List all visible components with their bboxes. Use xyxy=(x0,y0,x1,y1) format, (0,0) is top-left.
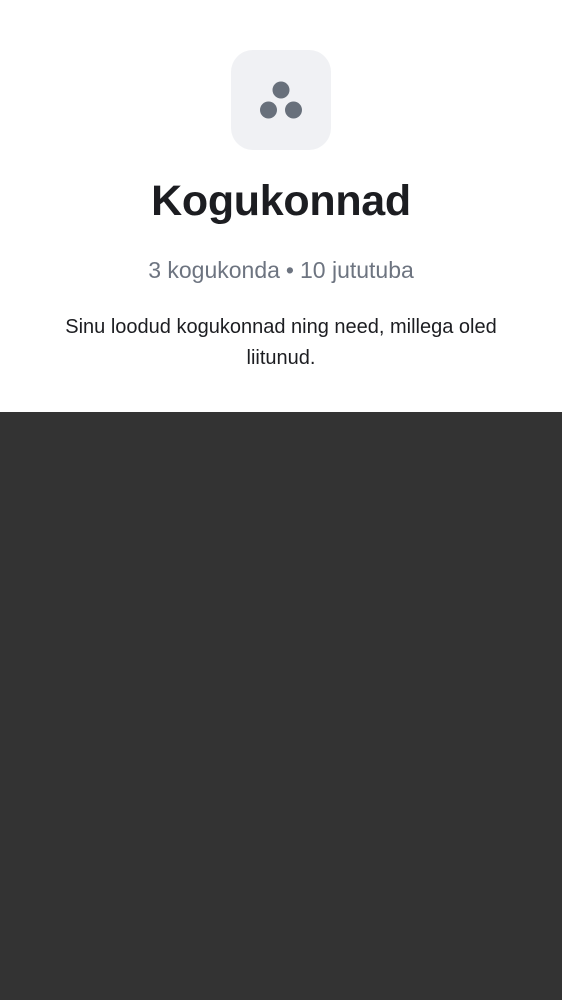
communities-screen: Kogukonnad 3 kogukonda • 10 jututuba Sinu … xyxy=(0,0,562,1000)
page-title: Kogukonnad xyxy=(151,177,411,225)
communities-icon-tile xyxy=(231,50,331,150)
communities-description: Sinu loodud kogukonnad ning need, milleg… xyxy=(65,316,497,369)
content-backdrop xyxy=(0,412,562,1000)
communities-icon xyxy=(260,81,302,119)
communities-header: Kogukonnad 3 kogukonda • 10 jututuba Sinu … xyxy=(0,0,562,412)
room-count: 10 jututuba xyxy=(299,257,414,283)
stats-separator: • xyxy=(285,257,294,283)
communities-stats: 3 kogukonda • 10 jututuba xyxy=(0,255,562,285)
community-count: 3 kogukonda xyxy=(148,257,280,283)
